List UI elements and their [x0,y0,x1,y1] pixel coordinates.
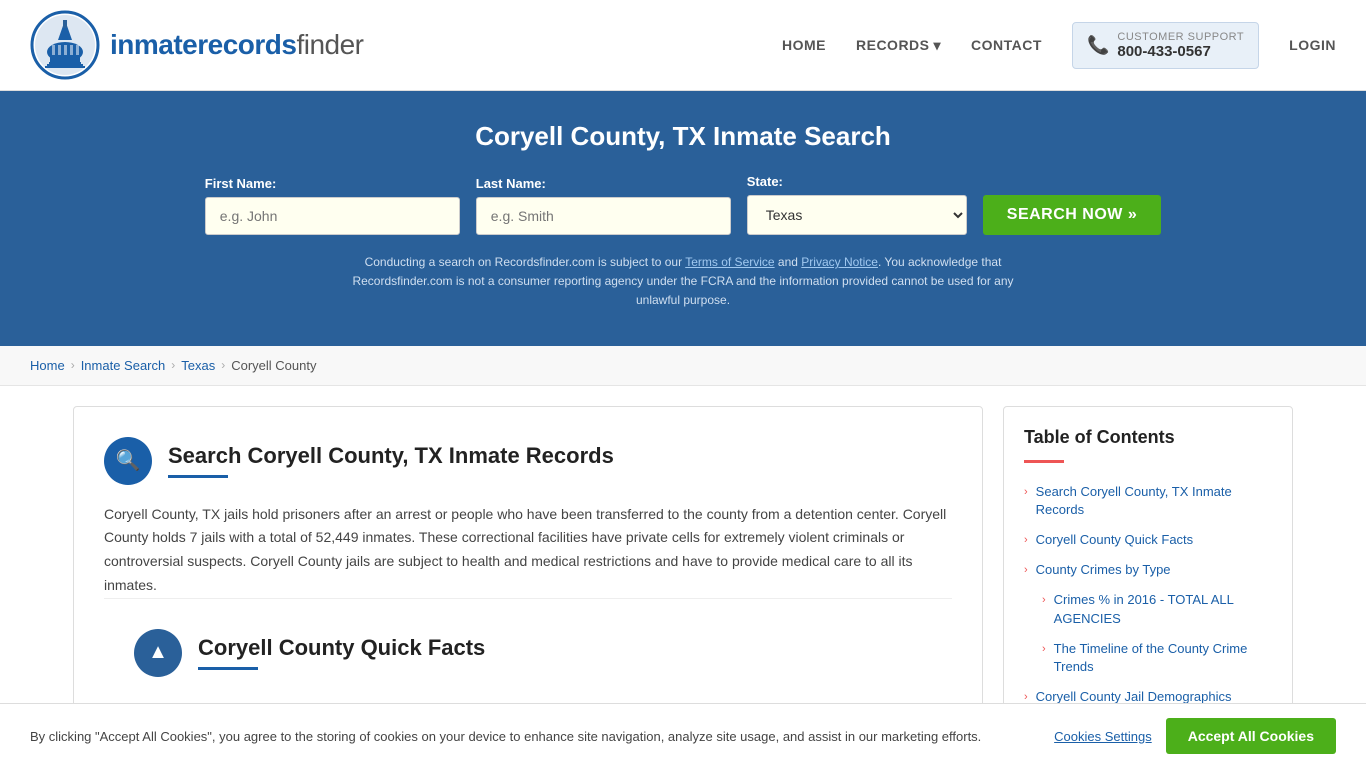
section2-divider [198,667,258,670]
chevron-icon-2: › [1024,533,1028,548]
last-name-input[interactable] [476,197,731,235]
section1-header: 🔍 Search Coryell County, TX Inmate Recor… [104,437,952,485]
chevron-icon-3: › [1024,563,1028,578]
toc-divider [1024,460,1064,463]
customer-support-button[interactable]: 📞 CUSTOMER SUPPORT 800-433-0567 [1072,22,1259,69]
logo[interactable]: inmaterecordsfinder [30,10,364,80]
last-name-group: Last Name: [476,176,731,235]
search-button[interactable]: SEARCH NOW » [983,195,1161,235]
state-label: State: [747,174,783,189]
tos-link[interactable]: Terms of Service [685,255,774,269]
privacy-link[interactable]: Privacy Notice [801,255,878,269]
cookie-text: By clicking "Accept All Cookies", you ag… [30,729,1034,744]
toc-item-crimes-2016[interactable]: › Crimes % in 2016 - TOTAL ALL AGENCIES [1024,585,1272,633]
breadcrumb-inmate-search[interactable]: Inmate Search [81,358,166,373]
logo-text: inmaterecordsfinder [110,29,364,61]
hero-section: Coryell County, TX Inmate Search First N… [0,91,1366,346]
chevron-icon-4: › [1042,593,1046,608]
section2-title: Coryell County Quick Facts [198,635,485,661]
section1-body: Coryell County, TX jails hold prisoners … [104,503,952,598]
section1-divider [168,475,228,478]
search-icon: 🔍 [104,437,152,485]
cookie-banner: By clicking "Accept All Cookies", you ag… [0,703,1366,768]
inmate-records-section: 🔍 Search Coryell County, TX Inmate Recor… [104,437,952,598]
section1-title: Search Coryell County, TX Inmate Records [168,443,614,469]
chevron-down-icon: ▾ [934,37,942,54]
nav-login[interactable]: LOGIN [1289,37,1336,53]
site-header: inmaterecordsfinder HOME RECORDS ▾ CONTA… [0,0,1366,91]
support-label: CUSTOMER SUPPORT [1117,31,1244,43]
last-name-label: Last Name: [476,176,546,191]
logo-icon [30,10,100,80]
support-number: 800-433-0567 [1117,43,1244,60]
sidebar: Table of Contents › Search Coryell Count… [1003,406,1293,734]
toc-item-crimes-type[interactable]: › County Crimes by Type [1024,555,1272,585]
section2-header: ▲ Coryell County Quick Facts [134,629,922,677]
accept-all-cookies-button[interactable]: Accept All Cookies [1166,718,1336,754]
toc-item-quick-facts[interactable]: › Coryell County Quick Facts [1024,525,1272,555]
breadcrumb: Home › Inmate Search › Texas › Coryell C… [0,346,1366,386]
search-disclaimer: Conducting a search on Recordsfinder.com… [333,253,1033,311]
inmate-search-form: First Name: Last Name: State: Texas SEAR… [20,174,1346,235]
toc-item-inmate-records[interactable]: › Search Coryell County, TX Inmate Recor… [1024,477,1272,525]
breadcrumb-sep-1: › [71,358,75,372]
chevron-icon-5: › [1042,642,1046,657]
cookies-settings-button[interactable]: Cookies Settings [1054,729,1152,744]
main-nav: HOME RECORDS ▾ CONTACT 📞 CUSTOMER SUPPOR… [782,22,1336,69]
breadcrumb-sep-3: › [221,358,225,372]
nav-contact[interactable]: CONTACT [971,37,1042,53]
toc-item-timeline[interactable]: › The Timeline of the County Crime Trend… [1024,634,1272,682]
phone-icon: 📞 [1087,35,1109,56]
breadcrumb-texas[interactable]: Texas [181,358,215,373]
state-select[interactable]: Texas [747,195,967,235]
first-name-input[interactable] [205,197,460,235]
toc-title: Table of Contents [1024,427,1272,448]
first-name-label: First Name: [205,176,277,191]
cookie-actions: Cookies Settings Accept All Cookies [1054,718,1336,754]
page-title: Coryell County, TX Inmate Search [20,121,1346,152]
nav-records[interactable]: RECORDS ▾ [856,37,941,54]
breadcrumb-sep-2: › [171,358,175,372]
breadcrumb-current: Coryell County [231,358,316,373]
chevron-icon-1: › [1024,485,1028,500]
first-name-group: First Name: [205,176,460,235]
breadcrumb-home[interactable]: Home [30,358,65,373]
stats-icon: ▲ [134,629,182,677]
state-group: State: Texas [747,174,967,235]
nav-home[interactable]: HOME [782,37,826,53]
